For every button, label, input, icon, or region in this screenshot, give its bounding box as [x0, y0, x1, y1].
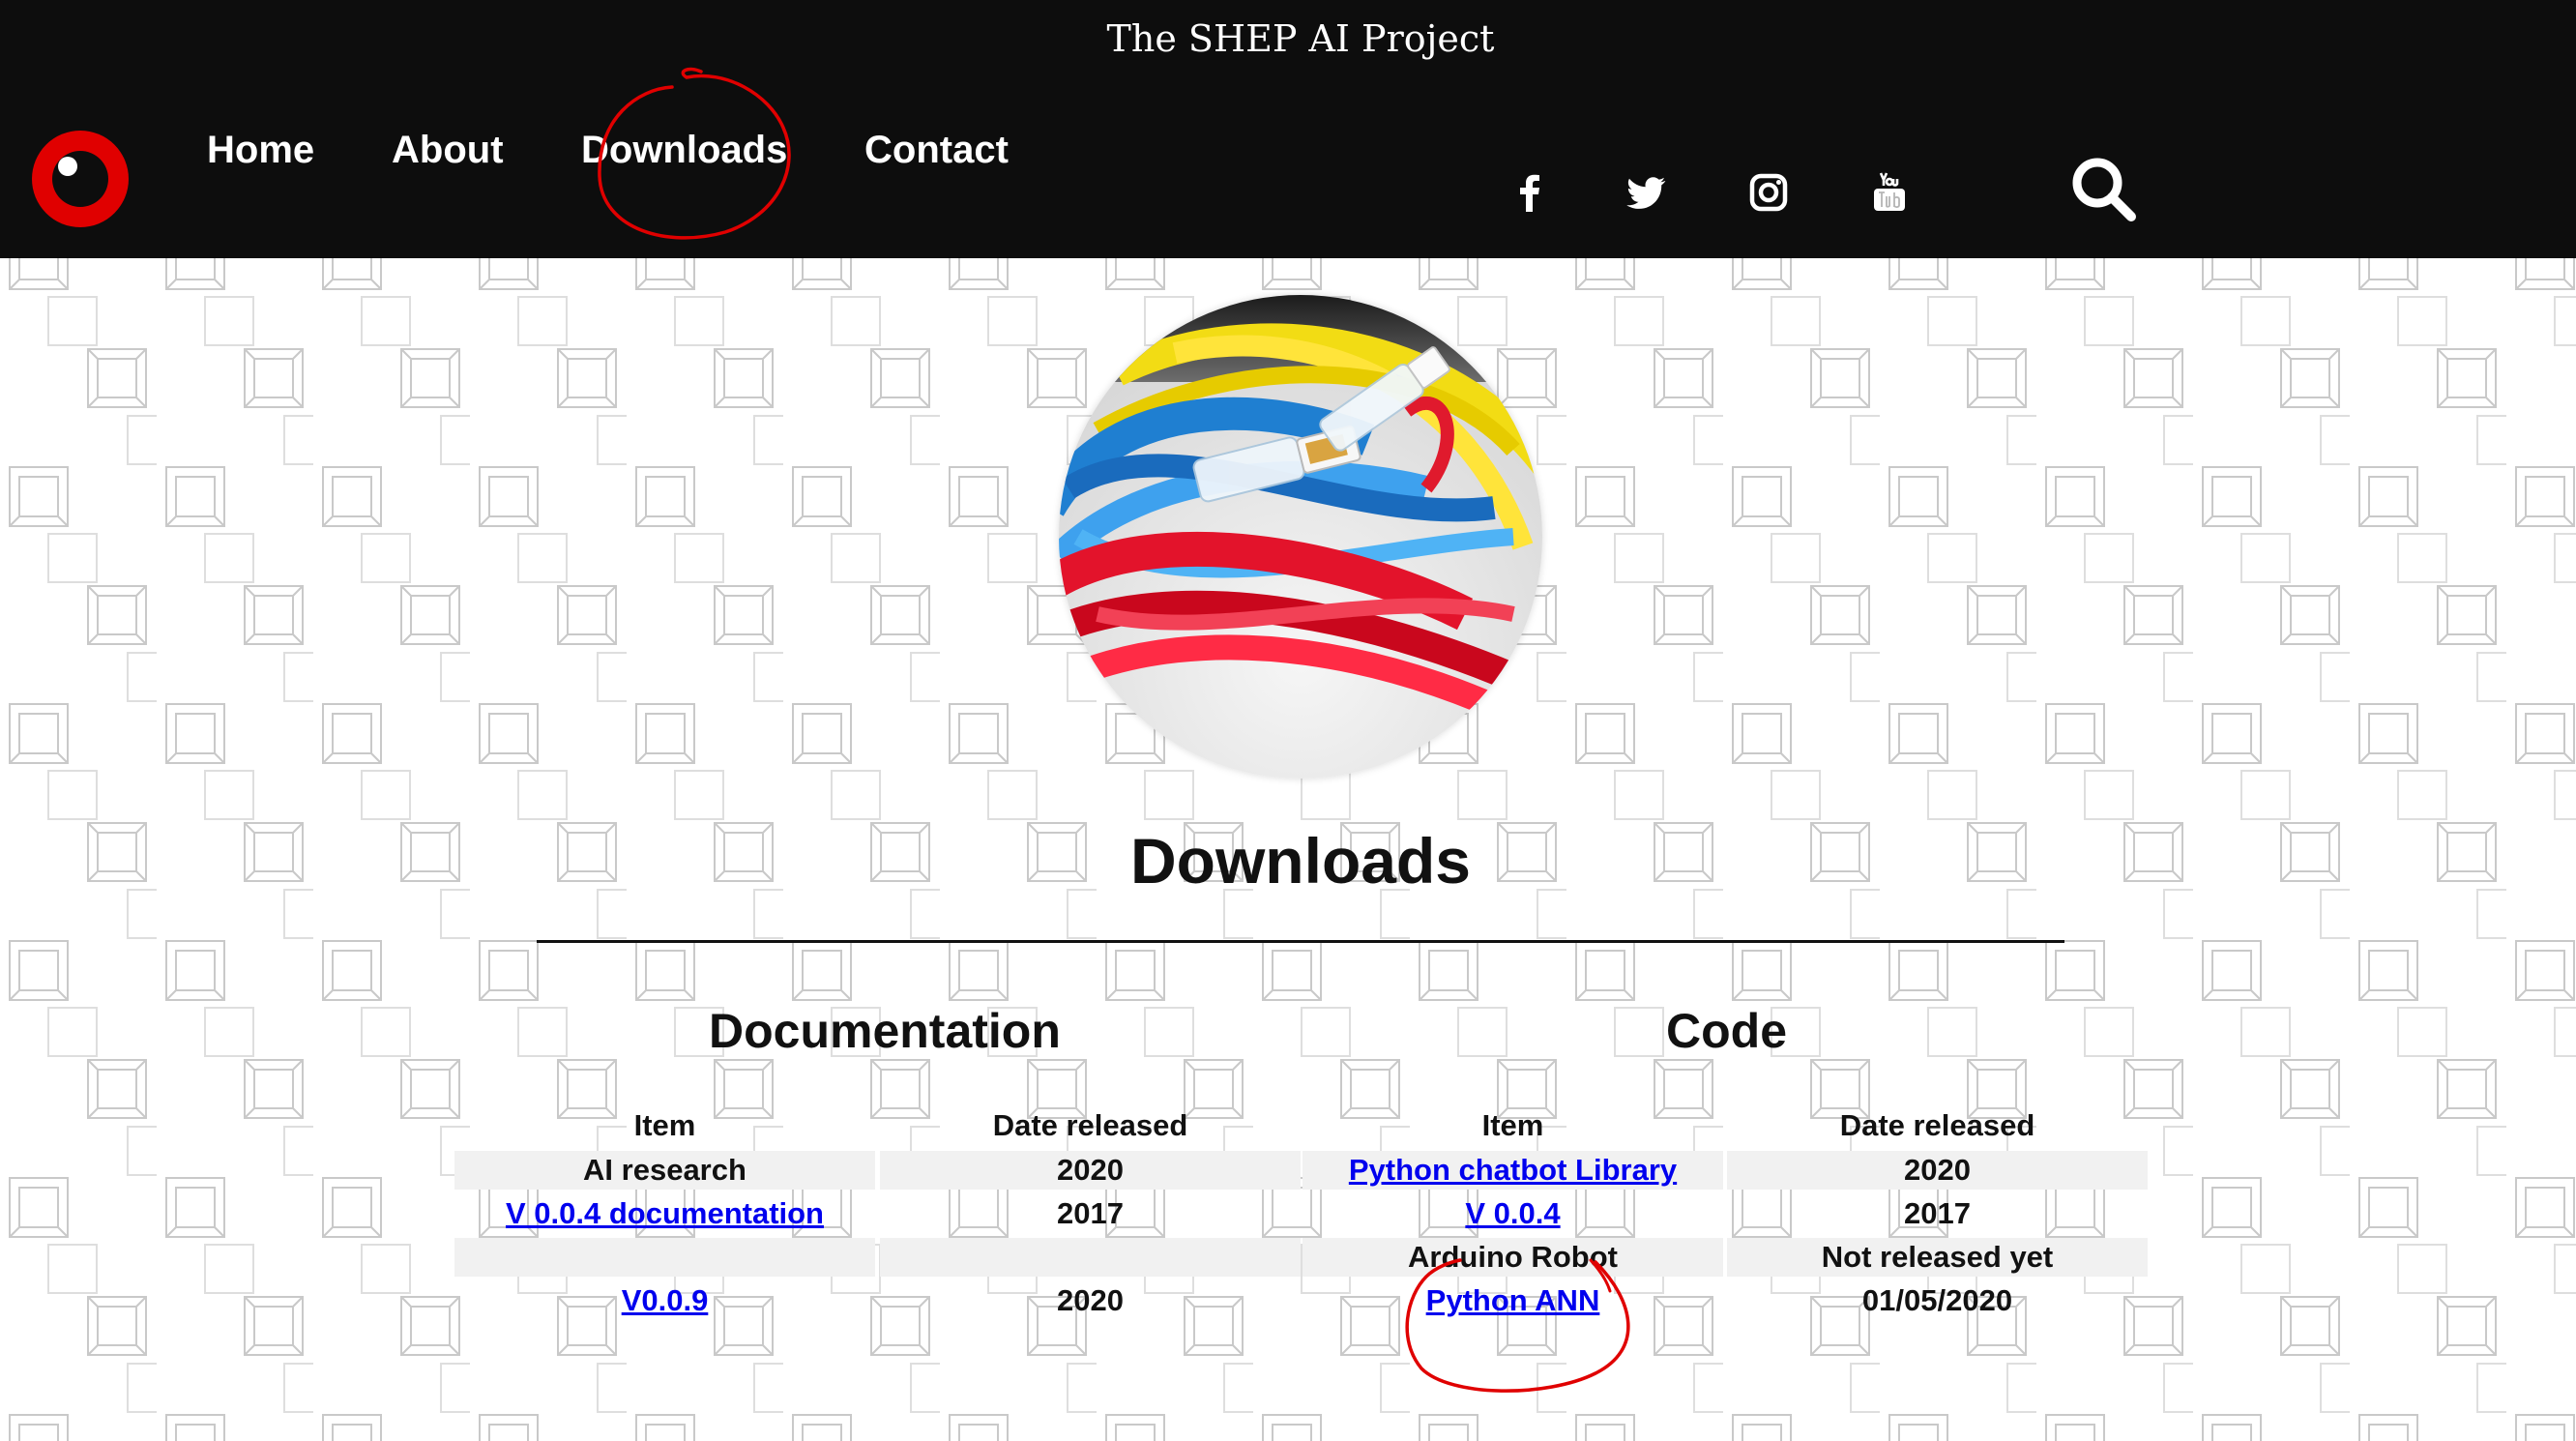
youtube-icon[interactable] [1866, 169, 1913, 216]
code-title: Code [1666, 1004, 1787, 1058]
doc-header-item: Item [633, 1108, 696, 1142]
code-row-2-item: V 0.0.4 [1303, 1194, 1723, 1233]
code-row-2-date: 2017 [1904, 1196, 1971, 1230]
doc-row-2-date: 2017 [1057, 1196, 1124, 1230]
doc-row-1-date: 2020 [880, 1151, 1301, 1190]
site-title: The SHEP AI Project [1106, 17, 1495, 60]
code-row-3-item: Arduino Robot [1303, 1238, 1723, 1277]
logo-dot [58, 157, 77, 176]
python-chatbot-library-link[interactable]: Python chatbot Library [1349, 1153, 1677, 1187]
doc-row-4-date: 2020 [1057, 1283, 1124, 1317]
code-row-3-date: Not released yet [1727, 1238, 2148, 1277]
code-row-4-date: 01/05/2020 [1861, 1283, 2013, 1317]
python-ann-link[interactable]: Python ANN [1426, 1283, 1600, 1317]
doc-v004-link[interactable]: V 0.0.4 documentation [506, 1196, 824, 1230]
divider [537, 940, 2064, 943]
doc-row-3-date [880, 1238, 1301, 1277]
doc-row-1-item: AI research [454, 1151, 875, 1190]
nav-downloads[interactable]: Downloads [581, 129, 787, 172]
nav-about[interactable]: About [392, 129, 504, 172]
search-icon[interactable] [2067, 153, 2139, 224]
hero-cables-image [1059, 295, 1542, 779]
code-v004-link[interactable]: V 0.0.4 [1465, 1196, 1560, 1230]
code-row-1-date: 2020 [1727, 1151, 2148, 1190]
nav-contact[interactable]: Contact [864, 129, 1009, 172]
site-header: The SHEP AI Project Home About Downloads… [0, 0, 2576, 258]
page-title: Downloads [1129, 825, 1471, 897]
code-row-4-item: Python ANN [1303, 1281, 1723, 1320]
code-header-date: Date released [1839, 1108, 2035, 1142]
doc-v009-link[interactable]: V0.0.9 [622, 1283, 709, 1317]
doc-row-4-item: V0.0.9 [454, 1281, 875, 1320]
doc-row-2-item: V 0.0.4 documentation [454, 1194, 875, 1233]
documentation-title: Documentation [709, 1004, 1061, 1058]
nav-home[interactable]: Home [207, 129, 314, 172]
facebook-icon[interactable] [1507, 169, 1553, 216]
doc-header-date: Date released [992, 1108, 1188, 1142]
twitter-icon[interactable] [1623, 169, 1669, 216]
code-row-1-item: Python chatbot Library [1303, 1151, 1723, 1190]
logo[interactable] [32, 131, 129, 227]
doc-row-3-item [454, 1238, 875, 1277]
code-header-item: Item [1481, 1108, 1544, 1142]
instagram-icon[interactable] [1745, 169, 1792, 216]
